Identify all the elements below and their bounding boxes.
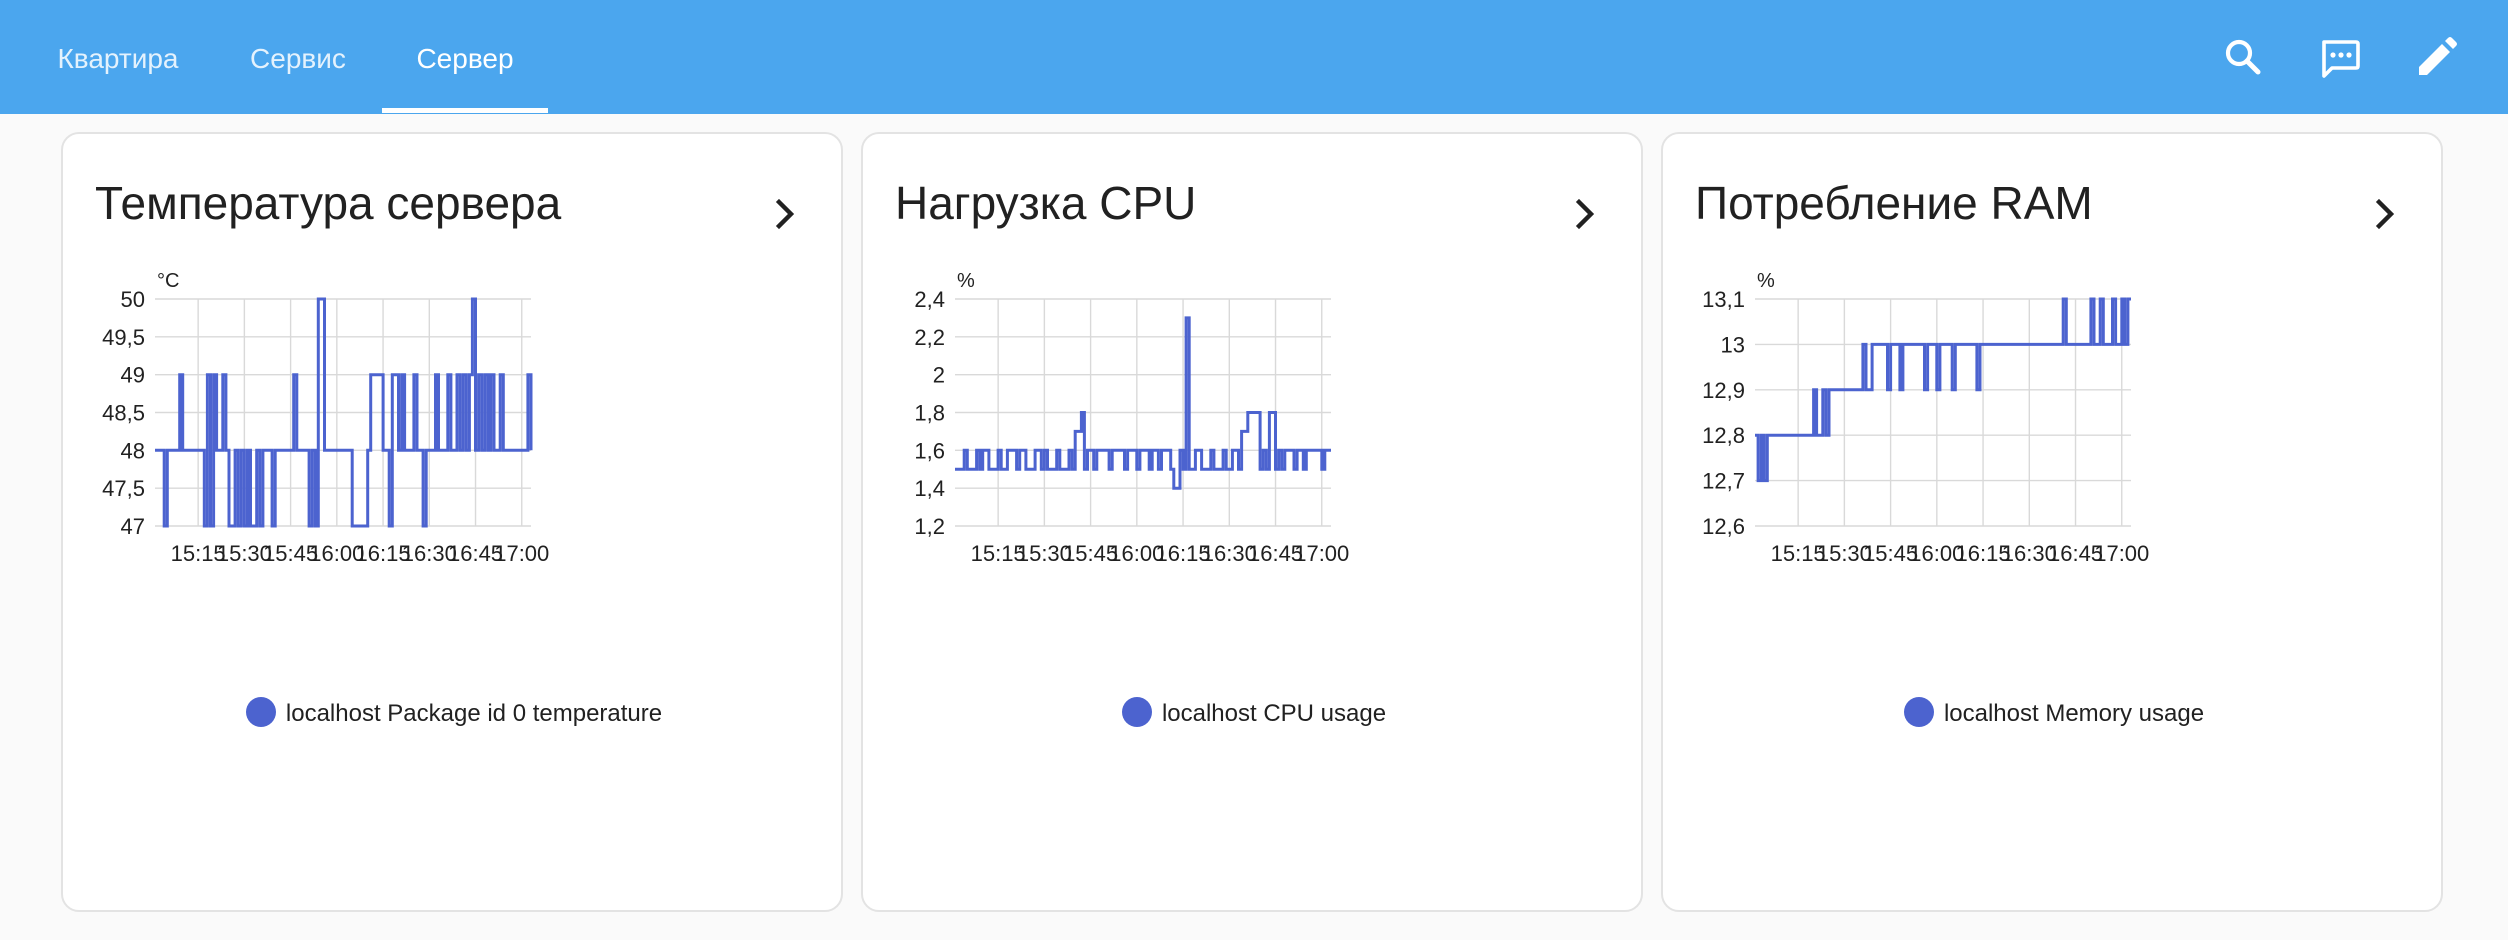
chart-legend: localhost Package id 0 temperature <box>63 697 845 729</box>
card-server-temperature: Температура сервера 47 47,5 48 48,5 49 49,5 50… <box>61 132 843 912</box>
legend-color-dot <box>1121 697 1152 727</box>
y-tick-label: 48 <box>121 438 145 463</box>
y-tick-label: 50 <box>121 287 145 312</box>
y-tick-label: 12,6 <box>1702 514 1745 539</box>
x-tick-label: 17:00 <box>494 541 549 566</box>
y-tick-label: 1,2 <box>914 514 945 539</box>
top-app-bar: Квартира Сервис Сервер <box>0 0 2508 114</box>
active-tab-indicator <box>382 108 548 113</box>
search-button[interactable] <box>2214 28 2274 88</box>
legend-label[interactable]: localhost CPU usage <box>1162 700 1386 727</box>
pencil-icon <box>2419 37 2457 75</box>
assistant-button[interactable] <box>2310 28 2370 88</box>
y-unit-label: % <box>1757 270 1775 292</box>
y-tick-label: 2,2 <box>914 325 945 350</box>
y-unit-label: °C <box>157 270 179 292</box>
chart-legend: localhost Memory usage <box>1663 697 2445 729</box>
y-tick-label: 48,5 <box>102 401 145 426</box>
y-tick-label: 2,4 <box>914 287 945 312</box>
chat-icon <box>2322 40 2360 78</box>
y-tick-label: 13,1 <box>1702 287 1745 312</box>
y-tick-label: 12,8 <box>1702 423 1745 448</box>
y-tick-label: 1,6 <box>914 438 945 463</box>
ram-chart: 12,612,712,812,91313,115:1515:3015:4516:… <box>1702 270 2149 566</box>
search-icon <box>2225 39 2261 75</box>
tab-kvartira[interactable]: Квартира <box>30 0 206 114</box>
y-tick-label: 47 <box>121 514 145 539</box>
temperature-chart: 4747,54848,54949,55015:1515:3015:4516:00… <box>102 270 549 566</box>
chart-legend: localhost CPU usage <box>863 697 1645 729</box>
y-tick-label: 47,5 <box>102 476 145 501</box>
y-unit-label: % <box>957 270 975 292</box>
y-tick-label: 49,5 <box>102 325 145 350</box>
tab-servis[interactable]: Сервис <box>222 0 374 114</box>
tab-server[interactable]: Сервер <box>382 0 548 114</box>
legend-color-dot <box>245 697 276 727</box>
y-tick-label: 12,7 <box>1702 469 1745 494</box>
x-tick-label: 17:00 <box>2094 541 2149 566</box>
series-line <box>955 316 1331 490</box>
y-tick-label: 2 <box>933 363 945 388</box>
legend-color-dot <box>1903 697 1934 727</box>
y-tick-label: 1,4 <box>914 476 945 501</box>
legend-label[interactable]: localhost Package id 0 temperature <box>286 700 662 727</box>
y-tick-label: 13 <box>1721 332 1745 357</box>
y-tick-label: 12,9 <box>1702 378 1745 403</box>
cpu-chart: 1,21,41,61,822,22,415:1515:3015:4516:001… <box>914 270 1349 566</box>
y-tick-label: 1,8 <box>914 401 945 426</box>
x-tick-label: 17:00 <box>1294 541 1349 566</box>
legend-label[interactable]: localhost Memory usage <box>1944 700 2204 727</box>
edit-dashboard-button[interactable] <box>2406 28 2466 88</box>
card-ram-usage: Потребление RAM 12,6 12,7 12,8 12,9 13 13,1 15… <box>1661 132 2443 912</box>
y-tick-label: 49 <box>121 363 145 388</box>
card-cpu-load: Нагрузка CPU 1,2 1,4 1,6 1,8 2 2,2 2,4 15:15 15:… <box>861 132 1643 912</box>
